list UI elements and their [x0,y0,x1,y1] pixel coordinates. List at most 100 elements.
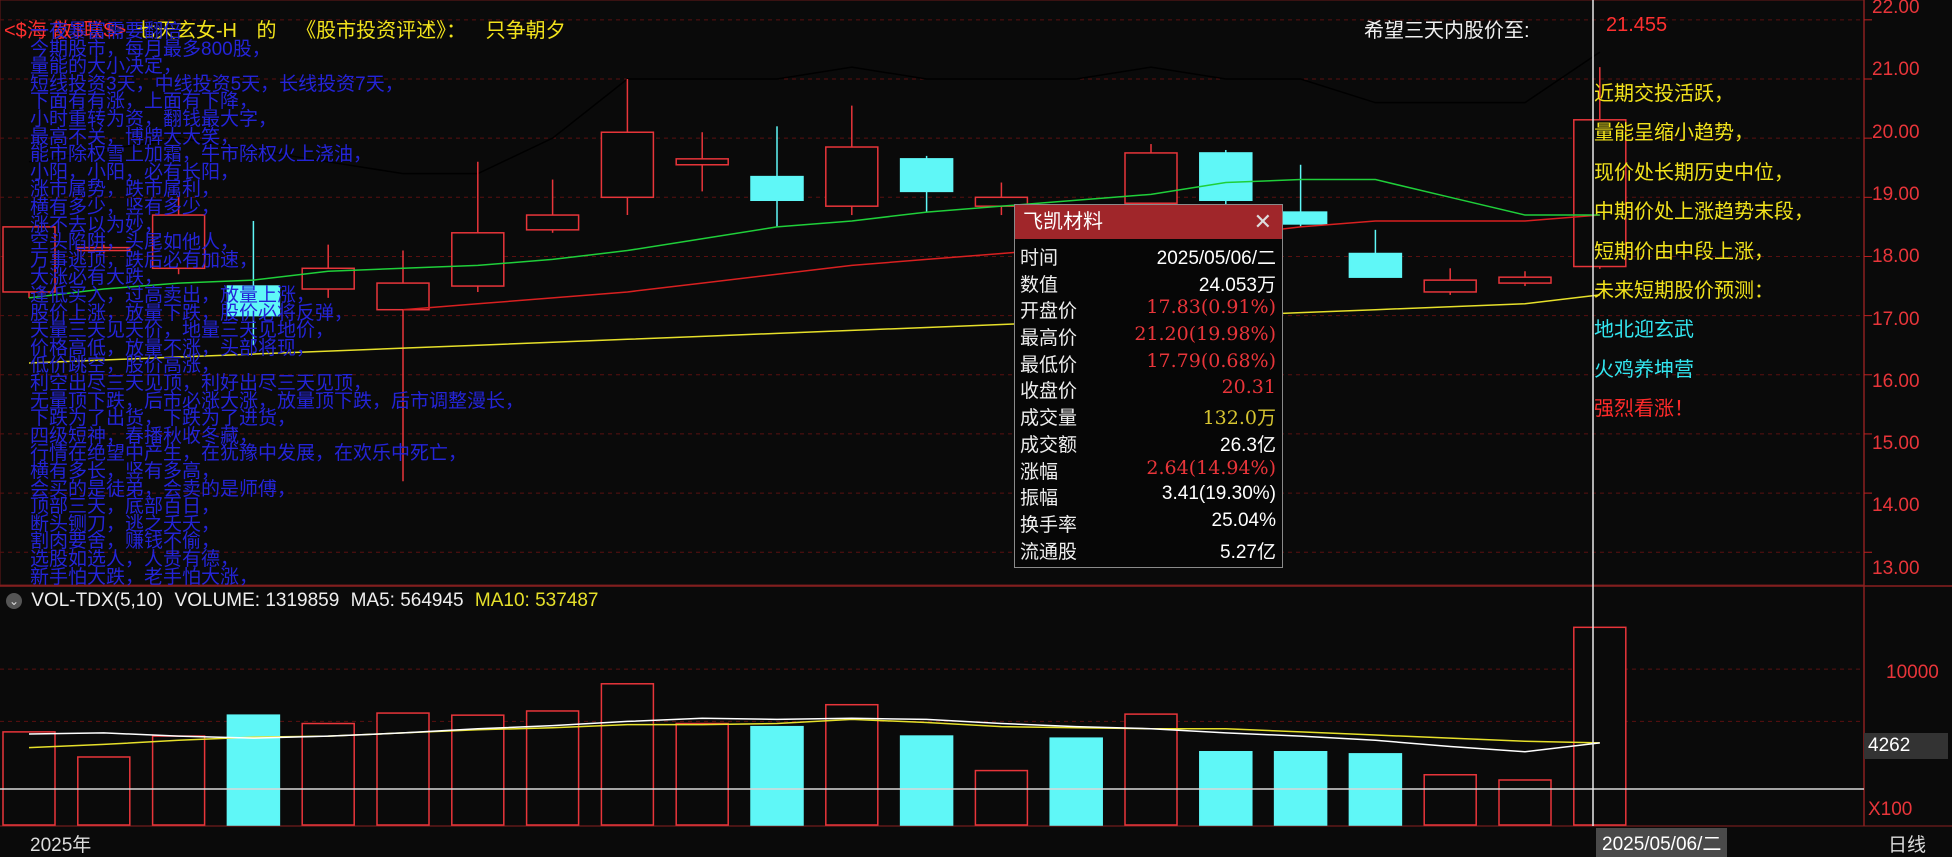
price-axis-label: 14.00 [1872,495,1920,517]
analysis-line: 地北迎玄武 [1594,319,1694,342]
volume-bar [750,725,804,826]
popup-header[interactable]: 飞凯材料 ✕ [1015,205,1282,239]
footer-year: 2025年 [30,835,92,856]
volume-header: ⌄ VOL-TDX(5,10) VOLUME: 1319859 MA5: 564… [6,590,599,612]
volume-bar [1498,779,1552,826]
analysis-line: 强烈看涨！ [1594,398,1694,421]
volume-bar [899,735,954,826]
popup-row-label: 成交量 [1020,408,1078,430]
popup-row-label: 收盘价 [1020,381,1078,403]
volume-bar [301,722,355,826]
popup-row: 涨幅 2.64(14.94%) [1015,455,1282,483]
overlay-quote: 新手怕大跌，老手怕大涨， [30,566,259,588]
candle-body [750,175,804,202]
popup-row-value: 24.053万 [1198,274,1276,296]
popup-row-value: 132.0万 [1202,407,1276,430]
price-axis-label: 21.00 [1872,59,1920,81]
volume-bar [825,703,879,826]
price-axis-label: 13.00 [1872,557,1920,579]
volume-bar [600,683,655,826]
candle-body [1423,279,1477,293]
volume-bar [1423,774,1477,826]
candle-body [1498,276,1552,284]
analysis-line: 中期价处上涨趋势末段， [1594,201,1814,224]
candle-body [825,146,879,207]
stock-info-popup[interactable]: 飞凯材料 ✕ 时间 2025/05/06/二 数值 24.053万开盘价 17.83(0… [1014,204,1283,568]
volume-bar [1049,737,1103,826]
popup-row-label: 振幅 [1020,488,1059,510]
popup-row-label: 最高价 [1020,328,1078,350]
analysis-line: 现价处长期历史中位， [1594,161,1794,184]
popup-row-value: 3.41(19.30%) [1161,483,1276,505]
popup-title: 飞凯材料 [1023,211,1103,233]
popup-row-value: 26.3亿 [1220,434,1276,456]
volume-bar [451,714,505,826]
volume-bar [2,731,56,826]
volume-bar [376,712,430,826]
price-axis-label: 18.00 [1872,246,1920,268]
footer-date: 2025/05/06/二 [1596,828,1728,857]
popup-row: 流通股 5.27亿 [1015,535,1282,563]
popup-row: 最高价 21.20(19.98%) [1015,321,1282,350]
candle-body [675,158,729,166]
popup-row: 开盘价 17.83(0.91%) [1015,294,1282,323]
analysis-line: 近期交投活跃， [1594,83,1734,105]
volume-bar [675,722,729,826]
collapse-chevron-icon[interactable]: ⌄ [6,592,22,609]
header-motto: 只争朝夕 [485,20,566,42]
popup-row: 成交量 132.0万 [1015,401,1282,430]
popup-row-label: 开盘价 [1020,301,1078,323]
popup-row-value: 17.79(0.68%) [1146,349,1276,372]
popup-row: 成交额 26.3亿 [1015,428,1282,456]
period-label[interactable]: 日线 [1888,830,1926,857]
popup-row-value: 20.31 [1221,376,1276,399]
popup-row-label: 时间 [1020,248,1059,269]
popup-row-label: 涨幅 [1020,461,1059,483]
volume-bar [1573,626,1627,826]
popup-row-value: 17.83(0.91%) [1146,296,1276,319]
candle-body [1199,152,1253,202]
volume-value: VOLUME: 1319859 [174,590,340,611]
price-axis-label: 15.00 [1872,433,1920,455]
volume-ma10: MA10: 537487 [474,590,599,611]
popup-row: 最低价 17.79(0.68%) [1015,348,1282,376]
close-icon[interactable]: ✕ [1254,205,1272,239]
volume-bar [1124,713,1178,826]
popup-row: 数值 24.053万 [1015,268,1282,296]
popup-row-value: 2.64(14.94%) [1146,456,1276,479]
analysis-line: 短期价由中段上涨， [1594,240,1774,263]
candle-body [600,131,655,199]
volume-bar [974,769,1029,826]
ma-red-line [402,214,1600,311]
volume-current-label: 4262 [1864,733,1948,759]
volume-bar [226,714,281,826]
price-axis-label: 20.00 [1872,121,1920,143]
analysis-line: 火鸡养坤营 [1594,358,1694,381]
header-title: 《股市投资评述》： [296,20,467,42]
popup-row-value: 2025/05/06/二 [1156,248,1276,269]
price-axis-label: 22.00 [1872,0,1920,18]
price-axis-label: 17.00 [1872,308,1920,330]
popup-row: 换手率 25.04% [1015,508,1282,536]
candle-body [451,232,505,287]
popup-rows: 时间 2025/05/06/二 数值 24.053万 开盘价 17.83(0.91%) 最高… [1015,239,1282,563]
popup-row-label: 成交额 [1020,434,1078,456]
popup-row-label: 换手率 [1020,514,1078,536]
popup-row-value: 5.27亿 [1220,541,1276,563]
analysis-line: 量能呈缩小趋势， [1594,122,1754,145]
popup-row: 收盘价 20.31 [1015,374,1282,403]
volume-bar [151,735,206,826]
volume-ma5: MA5: 564945 [350,590,464,611]
candle-body [376,282,430,311]
price-axis-label: 19.00 [1872,183,1920,205]
popup-row-value: 21.20(19.98%) [1134,323,1276,346]
volume-indicator-name[interactable]: VOL-TDX(5,10) [31,590,163,611]
hope-label: 希望三天内股价至: [1364,20,1530,42]
volume-bar [77,756,131,826]
volume-unit-label: X100 [1868,799,1913,820]
popup-row: 振幅 3.41(19.30%) [1015,481,1282,510]
analysis-line: 未来短期股价预测： [1594,280,1774,302]
popup-row: 时间 2025/05/06/二 [1015,241,1282,269]
popup-row-label: 最低价 [1020,354,1078,376]
price-axis-label: 16.00 [1872,370,1920,392]
